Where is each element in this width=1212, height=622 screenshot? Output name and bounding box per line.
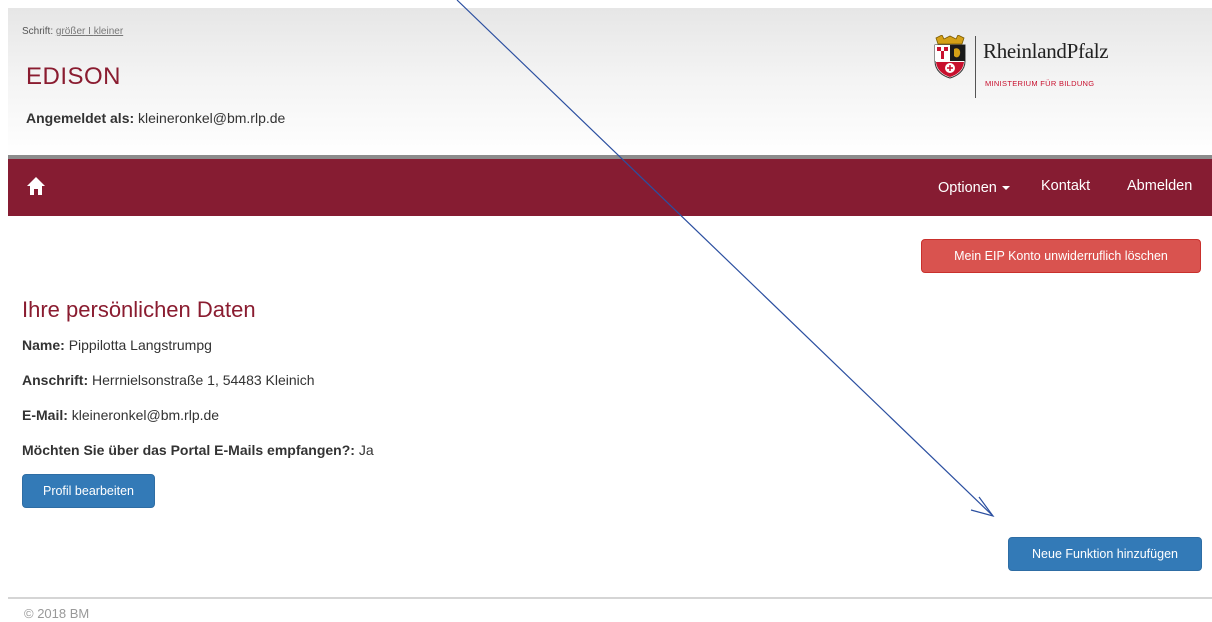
nav-contact-link[interactable]: Kontakt <box>1041 178 1090 194</box>
profile-name-label: Name: <box>22 337 65 353</box>
page-header: Schrift: größer I kleiner EDISON Angemel… <box>8 8 1212 156</box>
add-function-button[interactable]: Neue Funktion hinzufügen <box>1008 537 1202 571</box>
profile-address-field: Anschrift: Herrnielsonstraße 1, 54483 Kl… <box>22 372 315 388</box>
coat-of-arms-icon <box>934 35 966 79</box>
profile-name-field: Name: Pippilotta Langstrumpg <box>22 337 212 353</box>
chevron-down-icon <box>1001 186 1010 191</box>
profile-email-opt-label: Möchten Sie über das Portal E-Mails empf… <box>22 442 355 458</box>
ministry-logo: RheinlandPfalz MINISTERIUM FÜR BILDUNG <box>930 30 1130 98</box>
profile-email-label: E-Mail: <box>22 407 68 423</box>
logged-in-user: kleineronkel@bm.rlp.de <box>138 110 286 126</box>
delete-account-button[interactable]: Mein EIP Konto unwiderruflich löschen <box>921 239 1201 273</box>
font-size-control: Schrift: größer I kleiner <box>22 26 123 37</box>
nav-options-label: Optionen <box>938 180 997 196</box>
footer-copyright: © 2018 BM <box>24 606 90 621</box>
font-size-separator: I <box>85 26 94 37</box>
logged-in-label: Angemeldet als: <box>26 110 135 126</box>
font-size-prefix: Schrift: <box>22 26 56 37</box>
footer-divider <box>8 597 1212 599</box>
font-larger-link[interactable]: größer <box>56 26 85 37</box>
font-smaller-link[interactable]: kleiner <box>94 26 123 37</box>
profile-address-value: Herrnielsonstraße 1, 54483 Kleinich <box>92 372 315 388</box>
annotation-arrow-head <box>970 496 995 518</box>
nav-logout-link[interactable]: Abmelden <box>1127 178 1192 194</box>
profile-email-opt-field: Möchten Sie über das Portal E-Mails empf… <box>22 442 374 458</box>
nav-options-dropdown[interactable]: Optionen <box>938 180 1010 196</box>
profile-name-value: Pippilotta Langstrumpg <box>68 337 212 353</box>
profile-email-value: kleineronkel@bm.rlp.de <box>71 407 220 423</box>
app-title: EDISON <box>26 63 122 90</box>
edit-profile-button[interactable]: Profil bearbeiten <box>22 474 155 508</box>
main-navbar: Optionen Kontakt Abmelden <box>8 159 1212 216</box>
logo-name: RheinlandPfalz <box>983 39 1109 63</box>
profile-email-field: E-Mail: kleineronkel@bm.rlp.de <box>22 407 219 423</box>
home-icon[interactable] <box>26 176 48 198</box>
logo-subtitle: MINISTERIUM FÜR BILDUNG <box>985 79 1095 88</box>
profile-address-label: Anschrift: <box>22 372 89 388</box>
logged-in-info: Angemeldet als: kleineronkel@bm.rlp.de <box>26 110 285 126</box>
profile-email-opt-value: Ja <box>358 442 374 458</box>
logo-divider <box>975 36 976 98</box>
profile-section-title: Ihre persönlichen Daten <box>22 297 256 322</box>
